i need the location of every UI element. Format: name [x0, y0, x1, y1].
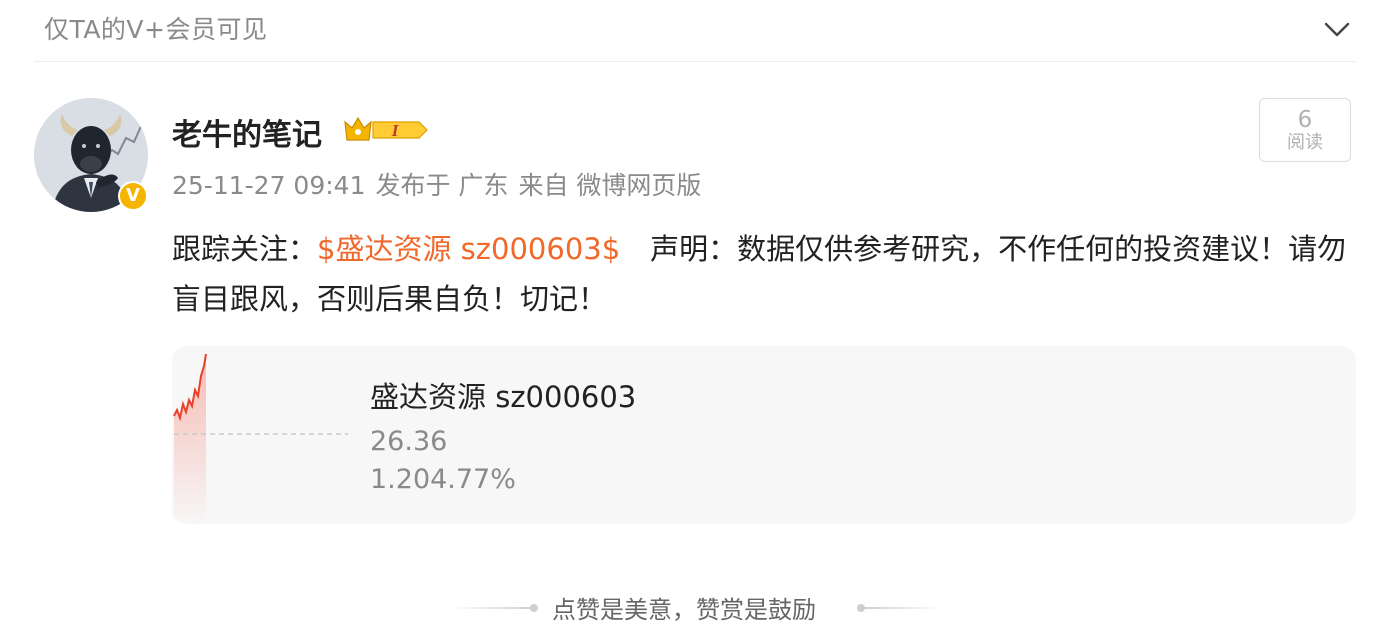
post-datetime[interactable]: 25-11-27 09:41 [172, 171, 365, 200]
reward-text: 点赞是美意，赞赏是鼓励 [552, 596, 816, 624]
stock-sparkline [173, 353, 348, 524]
reward-footer: 点赞是美意，赞赏是鼓励 [0, 590, 1382, 626]
post-location: 发布于 广东 [375, 171, 509, 200]
divider-right [862, 607, 944, 609]
divider [34, 61, 1356, 62]
author-name[interactable]: 老牛的笔记 [172, 110, 322, 154]
verified-v-badge-icon: V [118, 181, 148, 211]
post-content: 跟踪关注：$盛达资源 sz000603$ 声明：数据仅供参考研究，不作任何的投资建… [172, 224, 1362, 324]
post-meta: 25-11-27 09:41 发布于 广东 来自 微博网页版 [172, 166, 711, 202]
read-count-box: 6 阅读 [1259, 98, 1351, 162]
stock-card[interactable]: 盛达资源 sz000603 26.36 1.204.77% [172, 346, 1356, 524]
stock-price: 26.36 [370, 426, 448, 457]
vip-crown-badge-icon[interactable]: I [343, 114, 429, 146]
read-count: 6 [1297, 107, 1313, 133]
stock-tag-link[interactable]: $盛达资源 sz000603$ [317, 232, 620, 266]
visibility-bar: 仅TA的V+会员可见 [0, 0, 1382, 62]
stock-change: 1.204.77% [370, 464, 516, 495]
read-label: 阅读 [1287, 132, 1323, 153]
visibility-label: 仅TA的V+会员可见 [44, 15, 268, 44]
stock-name: 盛达资源 sz000603 [370, 380, 637, 414]
chevron-down-icon[interactable] [1322, 14, 1352, 44]
content-prefix: 跟踪关注： [172, 232, 318, 266]
post-source: 来自 微博网页版 [518, 171, 702, 200]
divider-dot-left [530, 604, 538, 612]
divider-left [452, 607, 534, 609]
